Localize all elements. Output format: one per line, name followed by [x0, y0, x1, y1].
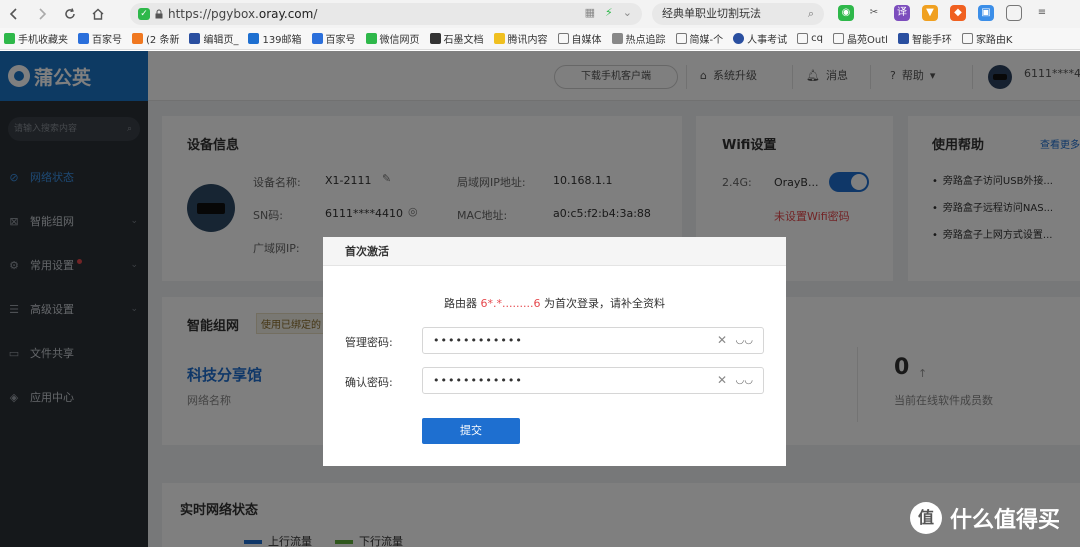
chat-extension-icon[interactable]: ◉ — [838, 5, 854, 21]
bookmark-item[interactable]: 手机收藏夹 — [4, 31, 68, 46]
extension-icons: ◉ ✂ 译 ▼ ◆ ▣ ≡ — [838, 5, 1050, 21]
qr-icon[interactable]: ▦ — [585, 6, 595, 19]
bookmark-item[interactable]: 编辑页_ — [189, 31, 238, 46]
bookmark-item[interactable]: 百家号 — [78, 31, 122, 46]
chevron-down-icon[interactable]: ⌄ — [623, 6, 632, 19]
menu-icon[interactable]: ≡ — [1034, 5, 1050, 21]
confirm-password-label: 确认密码: — [345, 376, 393, 389]
watermark-logo-icon: 值 — [910, 502, 942, 534]
lock-icon — [155, 9, 163, 19]
clear-icon[interactable]: ✕ — [717, 328, 727, 353]
admin-password-label: 管理密码: — [345, 336, 393, 349]
url-text: https://pgybox.oray.com/ — [168, 7, 318, 21]
dialog-message: 路由器 6*.*.........6 为首次登录，请补全资料 — [444, 297, 665, 310]
first-activation-dialog: 首次激活 路由器 6*.*.........6 为首次登录，请补全资料 管理密码… — [323, 237, 786, 466]
submit-button[interactable]: 提交 — [422, 418, 520, 444]
bookmark-item[interactable]: 人事考试 — [733, 31, 787, 46]
watermark: 值 什么值得买 — [910, 502, 1060, 534]
scissors-icon[interactable]: ✂ — [866, 5, 882, 21]
modal-backdrop[interactable] — [148, 51, 1080, 101]
bookmark-item[interactable]: 晶苑Outl — [833, 31, 888, 46]
tablet-icon[interactable] — [1006, 5, 1022, 21]
back-icon[interactable] — [0, 0, 28, 28]
bookmark-item[interactable]: 139邮箱 — [248, 31, 302, 46]
bookmark-item[interactable]: 智能手环 — [897, 31, 952, 46]
game-icon[interactable]: ◆ — [950, 5, 966, 21]
bookmark-item[interactable]: 自媒体 — [557, 31, 602, 46]
bookmark-item[interactable]: 热点追踪 — [611, 31, 666, 46]
reload-icon[interactable] — [56, 0, 84, 28]
bookmark-item[interactable]: 百家号 — [311, 31, 356, 46]
shield-icon: ✓ — [138, 8, 150, 20]
bookmark-item[interactable]: cq — [797, 33, 823, 44]
address-bar[interactable]: ✓ https://pgybox.oray.com/ ▦ ⚡ ⌄ — [130, 3, 642, 25]
dialog-title: 首次激活 — [323, 237, 786, 266]
clear-icon[interactable]: ✕ — [717, 368, 727, 393]
bookmark-item[interactable]: 腾讯内容 — [493, 31, 548, 46]
bookmark-item[interactable]: 石墨文档 — [429, 31, 484, 46]
search-icon[interactable]: ⌕ — [808, 3, 814, 25]
bookmark-item[interactable]: 家路由K — [961, 31, 1013, 46]
bookmark-item[interactable]: (2 条新 — [132, 31, 179, 46]
confirm-password-field[interactable]: •••••••••••• ✕ ◡◡ — [422, 367, 764, 394]
modal-backdrop[interactable] — [0, 51, 148, 547]
apps-icon[interactable]: ▣ — [978, 5, 994, 21]
fox-extension-icon[interactable]: ▼ — [922, 5, 938, 21]
admin-password-field[interactable]: •••••••••••• ✕ ◡◡ — [422, 327, 764, 354]
bookmarks-bar: 手机收藏夹 百家号 (2 条新 编辑页_ 139邮箱 百家号 微信网页 石墨文档… — [0, 28, 1080, 50]
lightning-icon[interactable]: ⚡ — [605, 6, 613, 19]
eye-closed-icon[interactable]: ◡◡ — [736, 328, 753, 353]
eye-closed-icon[interactable]: ◡◡ — [736, 368, 753, 393]
bookmark-item[interactable]: 微信网页 — [365, 31, 420, 46]
browser-search-input[interactable]: 经典单职业切割玩法 ⌕ — [652, 3, 824, 25]
bookmark-item[interactable]: 简媒-个 — [675, 31, 723, 46]
home-icon[interactable] — [84, 0, 112, 28]
translate-icon[interactable]: 译 — [894, 5, 910, 21]
forward-icon[interactable] — [28, 0, 56, 28]
